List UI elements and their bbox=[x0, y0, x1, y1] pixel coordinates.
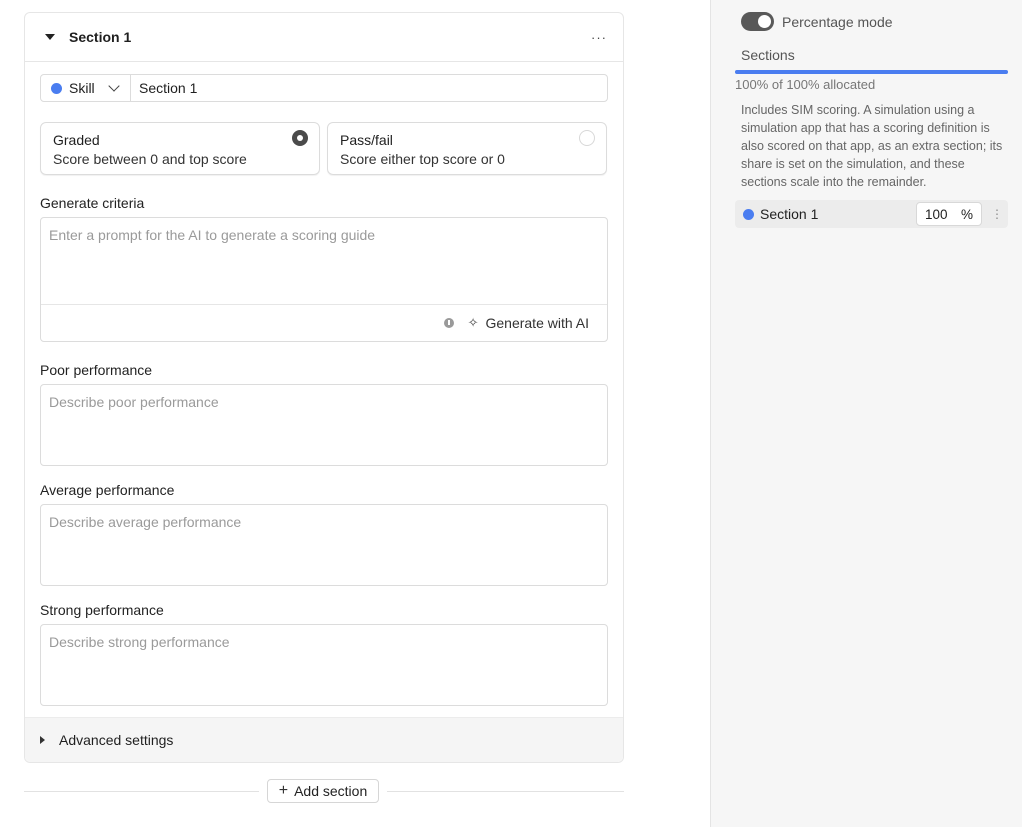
graded-option[interactable]: Graded Score between 0 and top score bbox=[40, 122, 320, 175]
percent-unit: % bbox=[960, 206, 973, 222]
sections-sidebar: Percentage mode Sections 100% of 100% al… bbox=[710, 0, 1022, 827]
chevron-down-icon bbox=[108, 80, 120, 92]
strong-performance-placeholder: Describe strong performance bbox=[49, 634, 230, 650]
strong-performance-label: Strong performance bbox=[40, 602, 164, 618]
more-options-icon[interactable]: ··· bbox=[591, 30, 607, 45]
collapse-caret-icon[interactable] bbox=[45, 34, 55, 40]
generate-prompt-field[interactable]: Enter a prompt for the AI to generate a … bbox=[40, 217, 608, 342]
info-icon[interactable] bbox=[443, 318, 454, 328]
divider-left bbox=[24, 791, 259, 792]
plus-icon: + bbox=[278, 782, 289, 799]
graded-radio[interactable] bbox=[292, 130, 308, 146]
average-performance-label: Average performance bbox=[40, 482, 175, 498]
poor-performance-field[interactable]: Describe poor performance bbox=[40, 384, 608, 466]
section-header[interactable]: Section 1 ··· bbox=[25, 13, 623, 62]
graded-title: Graded bbox=[53, 132, 100, 148]
pass-fail-radio[interactable] bbox=[579, 130, 595, 146]
poor-performance-placeholder: Describe poor performance bbox=[49, 394, 219, 410]
section-type-label: Skill bbox=[69, 80, 95, 96]
color-dot-icon bbox=[51, 82, 62, 94]
section-name-input[interactable] bbox=[131, 75, 607, 101]
advanced-settings-toggle[interactable]: Advanced settings bbox=[25, 717, 623, 762]
generate-footer: ✧ Generate with AI bbox=[41, 304, 607, 341]
allocation-progress-fill bbox=[735, 70, 1008, 74]
generate-prompt-placeholder: Enter a prompt for the AI to generate a … bbox=[49, 227, 376, 243]
color-dot-icon bbox=[743, 208, 754, 220]
sections-heading: Sections bbox=[741, 47, 795, 63]
kebab-menu-icon[interactable]: ⋮ bbox=[986, 208, 1008, 220]
average-performance-field[interactable]: Describe average performance bbox=[40, 504, 608, 586]
strong-performance-field[interactable]: Describe strong performance bbox=[40, 624, 608, 706]
sidebar-item-label: Section 1 bbox=[760, 206, 819, 222]
advanced-settings-label: Advanced settings bbox=[59, 732, 174, 748]
section-card: Section 1 ··· Skill Graded Score between… bbox=[24, 12, 624, 763]
percentage-mode-label: Percentage mode bbox=[782, 14, 893, 30]
allocation-progress-bar bbox=[735, 70, 1008, 74]
add-section-row: + Add section bbox=[24, 779, 624, 803]
sparkle-icon: ✧ bbox=[467, 315, 479, 330]
pass-fail-title: Pass/fail bbox=[340, 132, 393, 148]
section-name-row: Skill bbox=[40, 74, 608, 102]
percent-value: 100 bbox=[925, 206, 948, 222]
add-section-label: Add section bbox=[294, 783, 368, 799]
divider-right bbox=[387, 791, 624, 792]
percentage-mode-toggle[interactable] bbox=[741, 12, 774, 31]
pass-fail-option[interactable]: Pass/fail Score either top score or 0 bbox=[327, 122, 607, 175]
add-section-button[interactable]: + Add section bbox=[267, 779, 379, 803]
allocation-text: 100% of 100% allocated bbox=[735, 77, 876, 92]
generate-criteria-label: Generate criteria bbox=[40, 195, 145, 211]
generate-with-ai-button[interactable]: Generate with AI bbox=[485, 315, 589, 331]
section-title: Section 1 bbox=[69, 29, 132, 45]
pass-fail-subtitle: Score either top score or 0 bbox=[340, 151, 505, 167]
main-editor: Section 1 ··· Skill Graded Score between… bbox=[0, 0, 710, 827]
percent-input[interactable]: 100 % bbox=[916, 202, 982, 226]
graded-subtitle: Score between 0 and top score bbox=[53, 151, 247, 167]
sidebar-item-section-1[interactable]: Section 1 100 % ⋮ bbox=[735, 200, 1008, 228]
caret-right-icon bbox=[40, 736, 45, 744]
sim-scoring-description: Includes SIM scoring. A simulation using… bbox=[741, 103, 1003, 189]
average-performance-placeholder: Describe average performance bbox=[49, 514, 242, 530]
poor-performance-label: Poor performance bbox=[40, 362, 153, 378]
section-type-select[interactable]: Skill bbox=[41, 75, 131, 101]
